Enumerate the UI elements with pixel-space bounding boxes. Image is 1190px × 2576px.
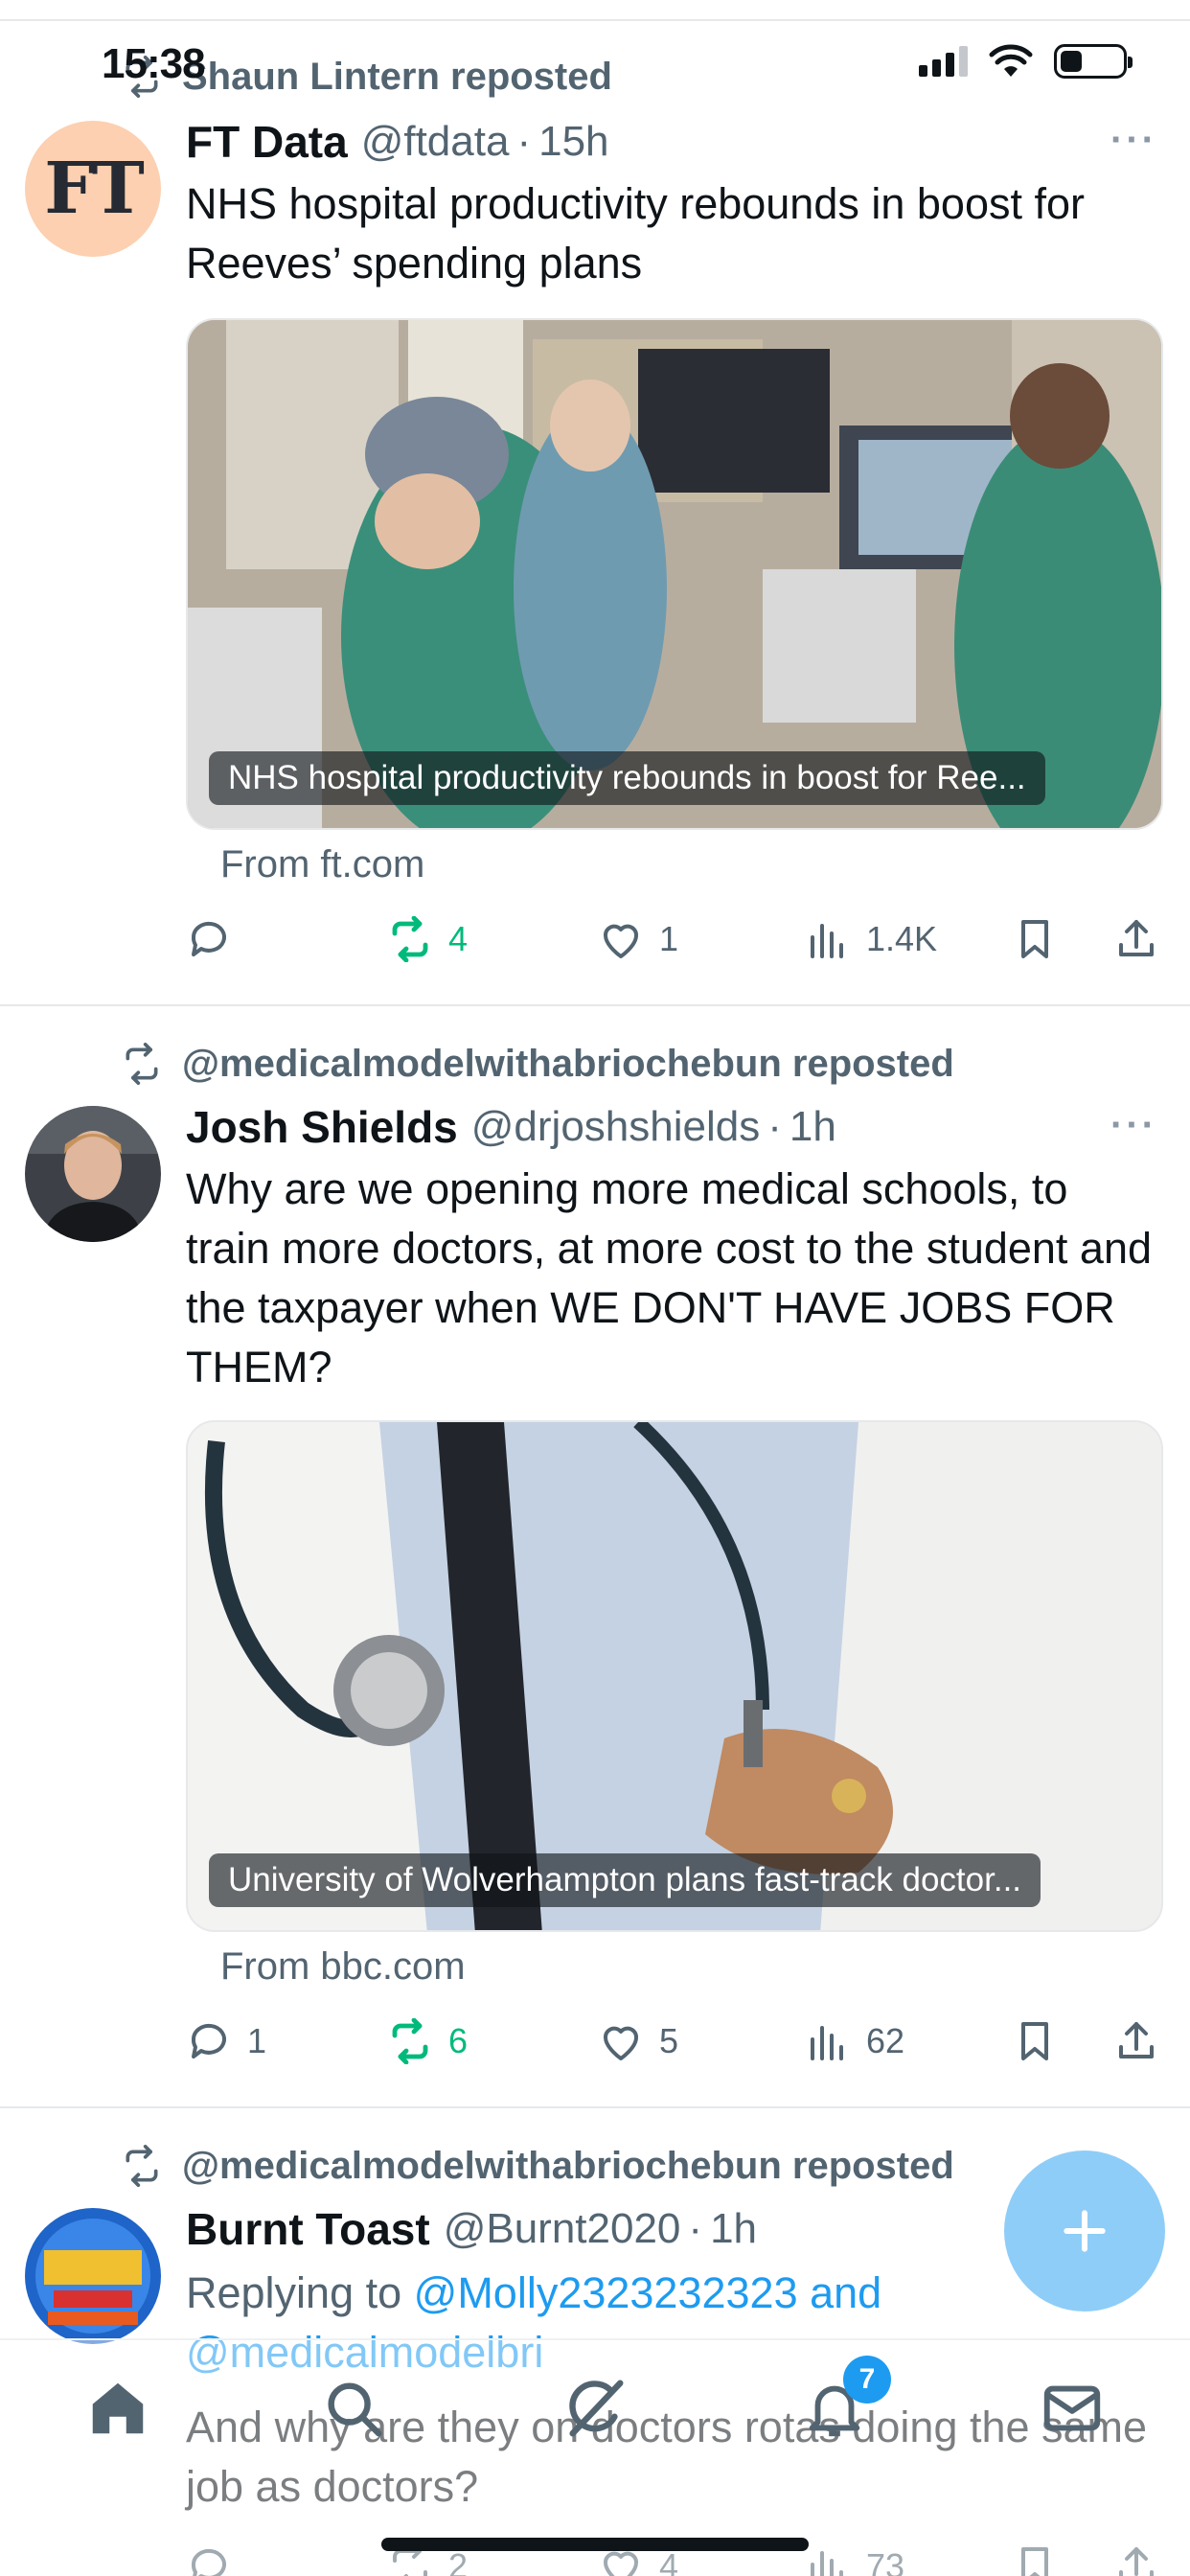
like-button[interactable]: 1	[598, 910, 678, 968]
reply-icon	[191, 2023, 226, 2058]
repost-count: 4	[448, 919, 469, 958]
avatar-logo: FT	[44, 148, 145, 230]
like-count: 1	[659, 919, 679, 958]
tweet-actions: 1 6 5 62	[186, 2012, 1163, 2070]
like-button[interactable]: 5	[598, 2012, 678, 2070]
replying-prefix: Replying to	[186, 2268, 414, 2317]
separator-dot: ·	[516, 118, 532, 165]
tweet-time[interactable]: 1h	[790, 1103, 836, 1151]
repost-label: Shaun Lintern reposted	[182, 55, 612, 98]
separator-dot: ·	[767, 1103, 782, 1150]
battery-icon	[1054, 44, 1133, 79]
views-count: 1.4K	[866, 919, 938, 958]
compose-button[interactable]	[1004, 2150, 1165, 2312]
bookmark-button[interactable]	[1012, 910, 1058, 968]
grok-icon	[569, 2380, 624, 2437]
avatar[interactable]	[25, 2208, 161, 2344]
repost-icon	[126, 1043, 158, 1085]
reply-count: 1	[247, 2021, 267, 2060]
author-handle[interactable]: @drjoshshields	[471, 1103, 760, 1151]
repost-label: @medicalmodelwithabriochebun reposted	[182, 2144, 954, 2187]
views-chart-icon	[811, 2026, 843, 2060]
card-caption: NHS hospital productivity rebounds in bo…	[209, 751, 1045, 805]
heart-icon	[604, 2026, 638, 2060]
messages-icon	[1043, 2385, 1101, 2431]
card-source[interactable]: From bbc.com	[220, 1945, 466, 1989]
avatar[interactable]	[25, 1106, 161, 1242]
tweet-time[interactable]: 1h	[710, 2205, 757, 2253]
repost-indicator: @medicalmodelwithabriochebun reposted	[121, 1035, 954, 1092]
tab-messages[interactable]	[1039, 2375, 1106, 2442]
tweet[interactable]: Shaun Lintern reposted FT FT Data @ftdat…	[0, 48, 1190, 1004]
like-count: 5	[659, 2021, 679, 2060]
wifi-icon	[989, 44, 1033, 77]
repost-icon	[126, 2145, 158, 2187]
tweet-header: Josh Shields @drjoshshields · 1h	[186, 1098, 836, 1156]
notification-badge: 7	[843, 2356, 891, 2404]
share-button[interactable]	[1113, 2012, 1159, 2070]
views-chart-icon	[811, 924, 843, 958]
home-icon	[92, 2382, 144, 2434]
timeline-screen: 15:38 Shaun Lintern reposted FT FT Data …	[0, 0, 1190, 2576]
share-button[interactable]	[1113, 910, 1159, 968]
share-icon	[1119, 920, 1154, 956]
separator-dot: ·	[688, 2205, 703, 2252]
views-count: 62	[866, 2021, 905, 2060]
repost-count: 6	[448, 2021, 469, 2060]
avatar[interactable]: FT	[25, 121, 161, 257]
avatar-logo-image	[25, 2208, 161, 2344]
bookmark-icon	[1021, 920, 1048, 958]
card-source[interactable]: From ft.com	[220, 843, 424, 886]
more-options-icon[interactable]: ···	[1110, 1104, 1157, 1147]
share-icon	[1119, 2022, 1154, 2058]
cellular-signal-icon	[919, 46, 968, 77]
more-options-icon[interactable]: ···	[1110, 119, 1157, 162]
tab-grok[interactable]	[561, 2375, 629, 2442]
views-button[interactable]: 1.4K	[805, 910, 937, 968]
repost-label: @medicalmodelwithabriochebun reposted	[182, 1042, 954, 1085]
status-time: 15:38	[102, 40, 206, 87]
card-caption: University of Wolverhampton plans fast-t…	[209, 1853, 1041, 1907]
author-name[interactable]: Josh Shields	[186, 1101, 458, 1153]
tab-home[interactable]	[84, 2375, 151, 2442]
tweet-text: NHS hospital productivity rebounds in bo…	[186, 179, 1085, 288]
repost-icon	[392, 916, 428, 962]
author-name[interactable]: FT Data	[186, 116, 348, 168]
link-card[interactable]: NHS hospital productivity rebounds in bo…	[186, 318, 1163, 830]
views-button[interactable]: 62	[805, 2012, 904, 2070]
tweet-actions: 4 1 1.4K	[186, 910, 1163, 968]
tweet-time[interactable]: 15h	[538, 118, 608, 166]
search-icon	[328, 2382, 382, 2437]
author-handle[interactable]: @ftdata	[361, 118, 510, 166]
bookmark-icon	[1021, 2022, 1048, 2060]
home-indicator[interactable]	[381, 2538, 809, 2551]
reply-icon	[191, 921, 226, 956]
bookmark-button[interactable]	[1012, 2012, 1058, 2070]
status-icons	[919, 44, 1133, 79]
tweet-header: Burnt Toast @Burnt2020 · 1h	[186, 2200, 757, 2258]
top-divider	[0, 19, 1190, 21]
heart-icon	[604, 924, 638, 958]
tweet[interactable]: @medicalmodelwithabriochebun reposted Jo…	[0, 1006, 1190, 2106]
reply-button[interactable]: 1	[186, 2012, 266, 2070]
repost-icon	[392, 2018, 428, 2064]
repost-indicator: @medicalmodelwithabriochebun reposted	[121, 2137, 954, 2195]
tweet-header: FT Data @ftdata · 15h	[186, 113, 609, 171]
author-name[interactable]: Burnt Toast	[186, 2203, 430, 2255]
author-handle[interactable]: @Burnt2020	[444, 2205, 681, 2253]
avatar-photo	[25, 1106, 161, 1242]
repost-button[interactable]: 6	[387, 2012, 468, 2070]
tweet-text: Why are we opening more medical schools,…	[186, 1164, 1153, 1392]
compose-plus-icon	[1064, 2210, 1106, 2252]
tab-search[interactable]	[320, 2375, 387, 2442]
reply-button[interactable]	[186, 910, 247, 968]
link-card[interactable]: University of Wolverhampton plans fast-t…	[186, 1420, 1163, 1932]
repost-button[interactable]: 4	[387, 910, 468, 968]
